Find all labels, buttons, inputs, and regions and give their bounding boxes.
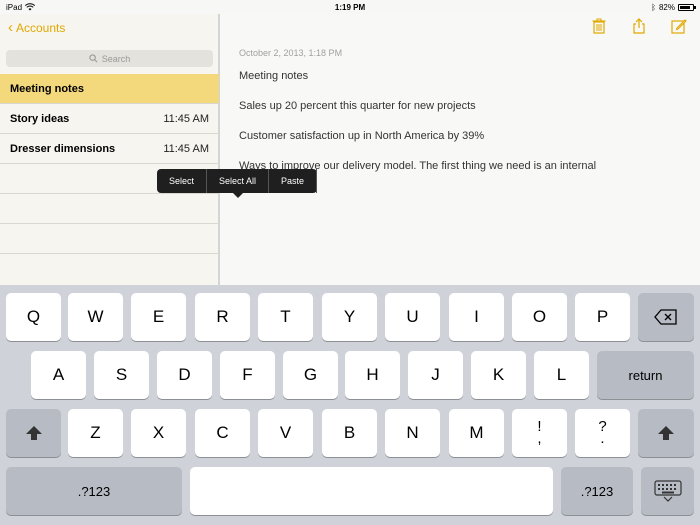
keyboard-hide-icon [653,480,682,502]
key-c[interactable]: C [195,409,250,457]
key-y[interactable]: Y [322,293,377,341]
shift-key-left[interactable] [6,409,61,457]
key-b[interactable]: B [322,409,377,457]
key-x[interactable]: X [131,409,186,457]
status-time: 1:19 PM [334,2,366,12]
note-title: Meeting notes [10,82,84,95]
key-bottom-char: . [600,430,605,447]
select-menu-item[interactable]: Select [157,169,208,193]
shift-key-right[interactable] [638,409,694,457]
share-icon[interactable] [630,18,648,36]
note-date: October 2, 2013, 1:18 PM [239,48,343,58]
shift-icon [658,426,674,440]
key-q[interactable]: Q [6,293,61,341]
key-z[interactable]: Z [68,409,123,457]
search-icon [89,54,98,63]
battery-fill [680,5,690,9]
notes-sidebar: ‹ Accounts Search Meeting notes Story id… [0,14,219,285]
edit-menu: Select Select All Paste [157,169,318,198]
note-line: Sales up 20 percent this quarter for new… [239,100,476,112]
device-label: iPad [6,2,23,12]
numbers-key-right[interactable]: .?123 [561,467,633,515]
key-n[interactable]: N [385,409,440,457]
chevron-left-icon: ‹ [8,19,13,36]
key-p[interactable]: P [575,293,630,341]
list-item[interactable]: Story ideas 11:45 AM [0,104,219,134]
note-title: Story ideas [10,112,70,125]
backspace-icon [654,309,677,325]
key-k[interactable]: K [471,351,526,399]
edit-menu-arrow [233,193,243,198]
key-t[interactable]: T [258,293,313,341]
key-g[interactable]: G [283,351,338,399]
empty-row [0,224,219,254]
paste-menu-item[interactable]: Paste [269,169,318,193]
numbers-key-left[interactable]: .?123 [6,467,182,515]
status-right: ᛒ 82% [651,2,696,12]
trash-icon[interactable] [590,18,608,36]
accounts-back-button[interactable]: ‹ Accounts [8,20,65,35]
search-input[interactable]: Search [6,50,213,67]
status-left: iPad [6,2,36,12]
search-placeholder: Search [101,53,131,64]
key-l[interactable]: L [534,351,589,399]
keyboard: Q W E R T Y U I O P A S D F G H J K L re… [0,285,700,525]
key-m[interactable]: M [449,409,504,457]
note-line: Customer satisfaction up in North Americ… [239,130,485,142]
return-key[interactable]: return [597,351,694,399]
hide-keyboard-key[interactable] [641,467,694,515]
note-line: Meeting notes [239,70,309,82]
empty-row [0,194,219,224]
list-item[interactable]: Meeting notes [0,74,219,104]
space-key[interactable] [190,467,553,515]
key-exclaim-comma[interactable]: ! , [512,409,567,457]
key-u[interactable]: U [385,293,440,341]
note-time: 11:45 AM [163,112,209,125]
key-d[interactable]: D [157,351,212,399]
key-a[interactable]: A [31,351,86,399]
note-list: Meeting notes Story ideas 11:45 AM Dress… [0,74,219,254]
key-v[interactable]: V [258,409,313,457]
bluetooth-icon: ᛒ [651,2,656,12]
status-bar: iPad 1:19 PM ᛒ 82% [0,0,700,14]
key-o[interactable]: O [512,293,567,341]
key-r[interactable]: R [195,293,250,341]
key-s[interactable]: S [94,351,149,399]
key-question-period[interactable]: ? . [575,409,630,457]
key-bottom-char: , [537,430,542,447]
back-label: Accounts [16,20,66,35]
wifi-icon [25,3,36,11]
note-content-pane: October 2, 2013, 1:18 PM Meeting notes S… [220,14,700,285]
key-h[interactable]: H [345,351,400,399]
key-f[interactable]: F [220,351,275,399]
battery-icon [678,3,696,11]
key-i[interactable]: I [449,293,504,341]
key-w[interactable]: W [68,293,123,341]
backspace-key[interactable] [638,293,694,341]
shift-icon [25,426,42,440]
note-time: 11:45 AM [163,142,209,155]
key-j[interactable]: J [408,351,463,399]
list-item[interactable]: Dresser dimensions 11:45 AM [0,134,219,164]
compose-icon[interactable] [670,18,688,36]
note-title: Dresser dimensions [10,142,116,155]
battery-percent: 82% [658,2,675,12]
select-all-menu-item[interactable]: Select All [207,169,270,193]
key-e[interactable]: E [131,293,186,341]
